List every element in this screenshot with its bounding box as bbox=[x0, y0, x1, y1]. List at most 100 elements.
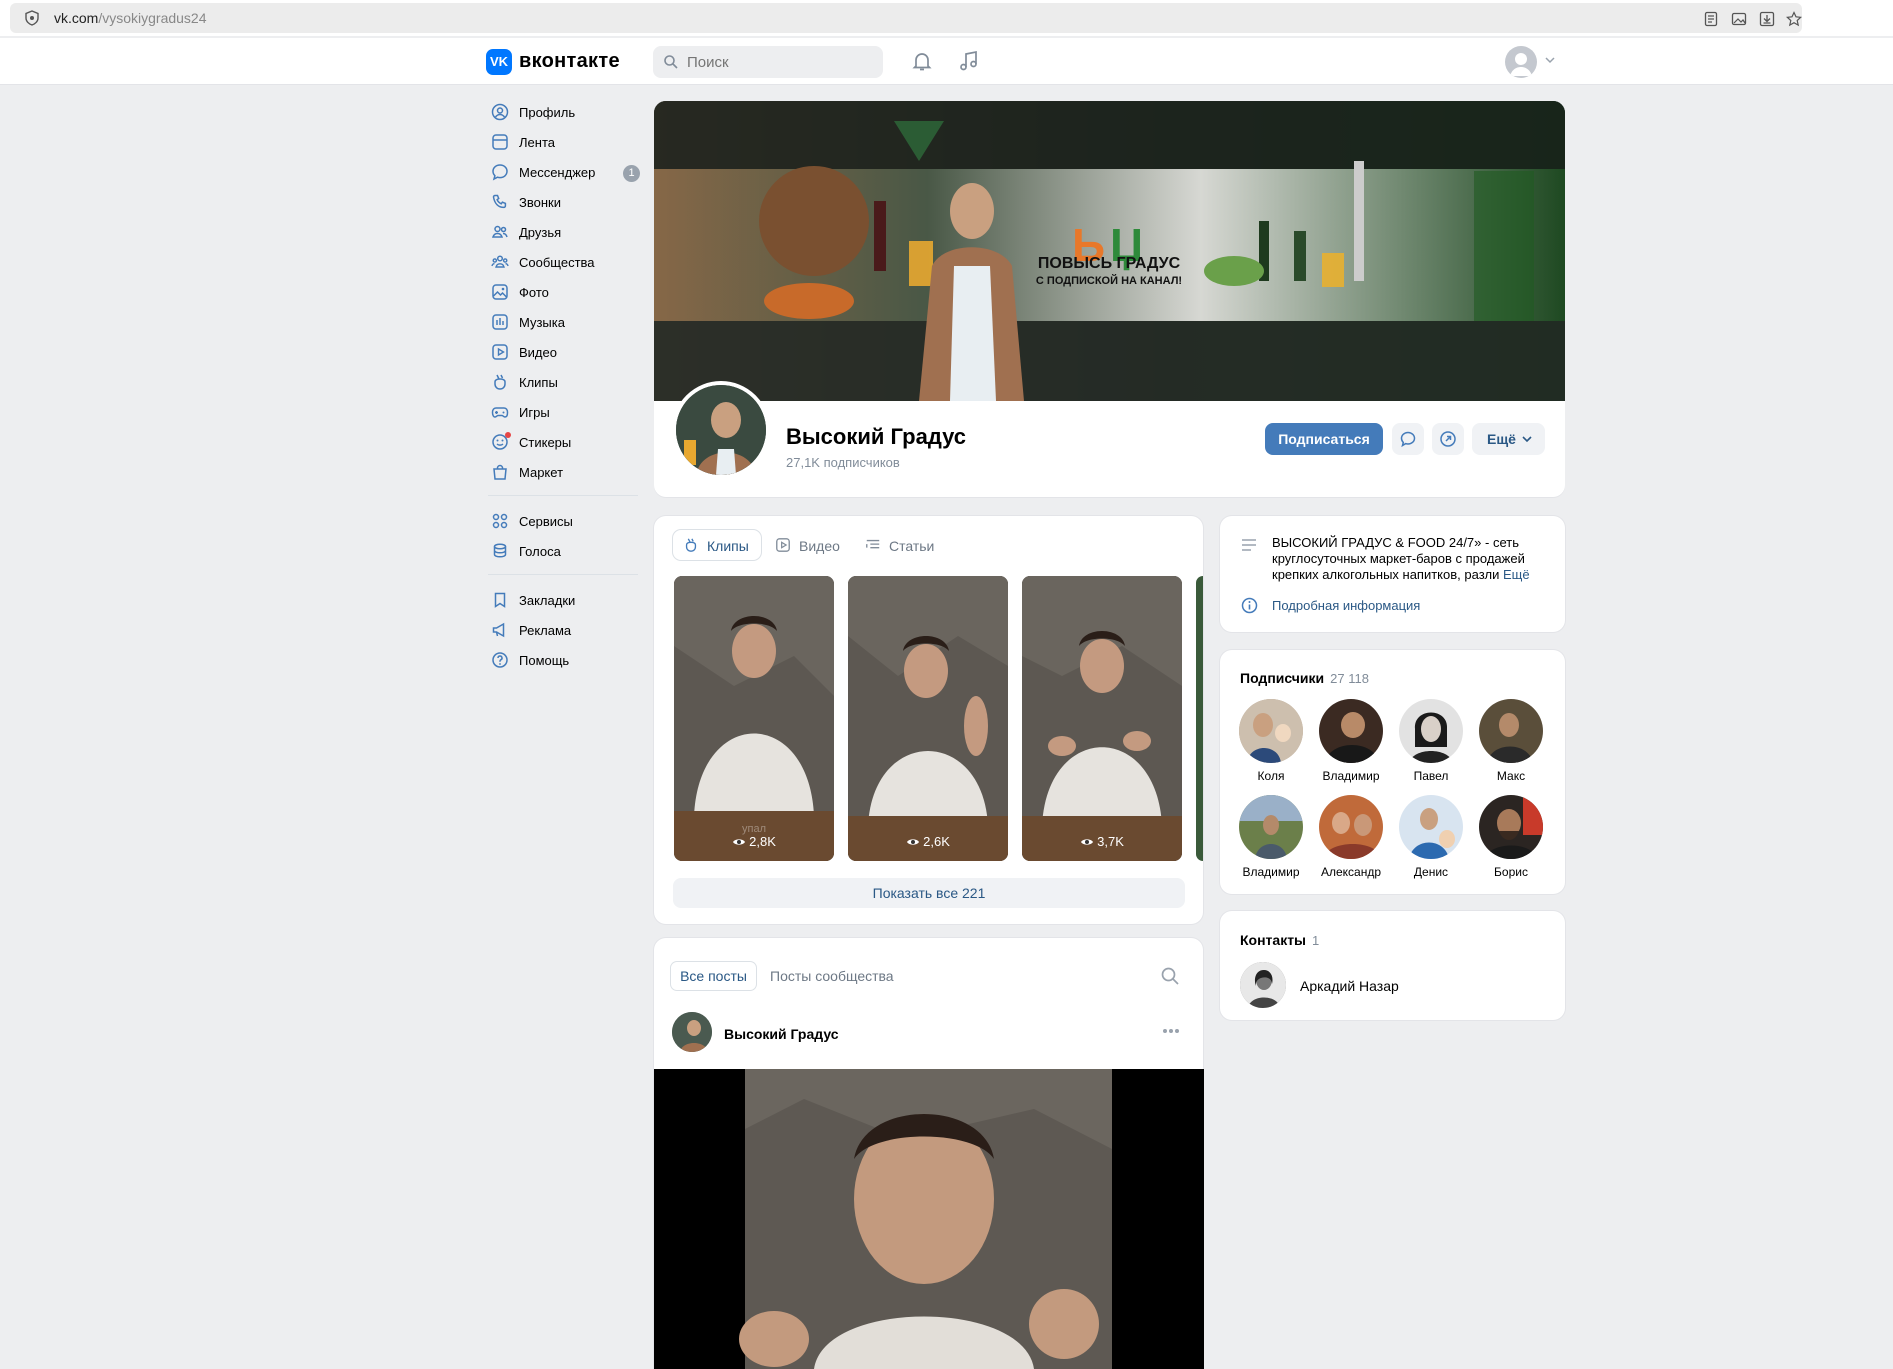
subscribe-button[interactable]: Подписаться bbox=[1265, 423, 1383, 455]
sidebar-item-ads[interactable]: Реклама bbox=[488, 615, 640, 645]
shield-icon[interactable] bbox=[24, 10, 40, 26]
sidebar-item-stickers[interactable]: Стикеры bbox=[488, 427, 640, 457]
sidebar-item-feed[interactable]: Лента bbox=[488, 127, 640, 157]
post-video-frame bbox=[654, 1069, 1204, 1369]
clips-icon bbox=[494, 374, 506, 390]
clip-thumbnail[interactable]: упал 2,8K bbox=[674, 576, 834, 861]
sidebar-item-help[interactable]: Помощь bbox=[488, 645, 640, 675]
message-button[interactable] bbox=[1392, 423, 1424, 455]
subscriber-count[interactable]: 27,1K подписчиков bbox=[786, 455, 900, 470]
music-icon[interactable] bbox=[957, 49, 981, 73]
tab-clips[interactable]: Клипы bbox=[673, 530, 761, 560]
tab-articles[interactable]: Статьи bbox=[855, 530, 955, 560]
sidebar-item-calls[interactable]: Звонки bbox=[488, 187, 640, 217]
share-button[interactable] bbox=[1432, 423, 1464, 455]
message-icon bbox=[1400, 431, 1416, 448]
sidebar-divider bbox=[488, 495, 638, 496]
clip-views: 2,8K bbox=[674, 834, 834, 849]
bookmark-icon bbox=[494, 592, 506, 608]
description-more-link[interactable]: Ещё bbox=[1503, 567, 1530, 582]
address-bar[interactable]: vk.com/vysokiygradus24 bbox=[10, 3, 1802, 33]
user-avatar[interactable] bbox=[1505, 46, 1537, 78]
sidebar-item-bookmarks[interactable]: Закладки bbox=[488, 585, 640, 615]
clip-image bbox=[848, 576, 1008, 861]
votes-icon bbox=[493, 543, 507, 558]
follower-avatar bbox=[1399, 699, 1463, 763]
clips-icon bbox=[685, 538, 697, 552]
detailed-info-link[interactable]: Подробная информация bbox=[1272, 598, 1420, 613]
eye-icon bbox=[1081, 839, 1094, 845]
unread-badge: 1 bbox=[623, 165, 640, 182]
image-icon[interactable] bbox=[1731, 11, 1747, 27]
follower-avatar bbox=[1479, 699, 1543, 763]
follower-item[interactable]: Павел bbox=[1391, 699, 1471, 783]
communities-icon bbox=[491, 255, 509, 268]
sidebar-item-video[interactable]: Видео bbox=[488, 337, 640, 367]
sidebar-item-music[interactable]: Музыка bbox=[488, 307, 640, 337]
sidebar-item-messenger[interactable]: Мессенджер 1 bbox=[488, 157, 640, 187]
post-author-avatar[interactable] bbox=[672, 1012, 712, 1052]
follower-avatar bbox=[1319, 795, 1383, 859]
tab-all-posts[interactable]: Все посты bbox=[671, 962, 756, 990]
follower-item[interactable]: Макс bbox=[1471, 699, 1551, 783]
bell-icon[interactable] bbox=[910, 49, 934, 73]
follower-item[interactable]: Владимир bbox=[1311, 699, 1391, 783]
post-video[interactable] bbox=[654, 1069, 1204, 1369]
more-button[interactable]: Ещё bbox=[1472, 423, 1545, 455]
chevron-down-icon[interactable] bbox=[1545, 56, 1555, 64]
contacts-title[interactable]: Контакты 1 bbox=[1240, 932, 1319, 948]
search-icon[interactable] bbox=[1160, 966, 1180, 986]
eye-icon bbox=[733, 839, 746, 845]
help-icon bbox=[492, 652, 508, 668]
show-all-clips-button[interactable]: Показать все 221 bbox=[673, 878, 1185, 908]
description-icon bbox=[1242, 539, 1256, 551]
follower-avatar bbox=[1239, 795, 1303, 859]
music-icon bbox=[492, 314, 508, 330]
sidebar-item-communities[interactable]: Сообщества bbox=[488, 247, 640, 277]
tab-video[interactable]: Видео bbox=[765, 530, 855, 560]
sidebar-item-clips[interactable]: Клипы bbox=[488, 367, 640, 397]
post-author-avatar-image bbox=[672, 1012, 712, 1052]
follower-avatar bbox=[1319, 699, 1383, 763]
sidebar-item-games[interactable]: Игры bbox=[488, 397, 640, 427]
clip-thumbnail[interactable]: 3,7K bbox=[1022, 576, 1182, 861]
vk-logo-text[interactable]: вконтакте bbox=[519, 50, 620, 73]
sidebar-item-votes[interactable]: Голоса bbox=[488, 536, 640, 566]
video-icon bbox=[492, 344, 508, 360]
follower-item[interactable]: Денис bbox=[1391, 795, 1471, 879]
sidebar-item-friends[interactable]: Друзья bbox=[488, 217, 640, 247]
followers-count: 27 118 bbox=[1330, 671, 1369, 686]
url-text[interactable]: vk.com/vysokiygradus24 bbox=[54, 10, 207, 26]
ads-icon bbox=[492, 622, 505, 638]
video-icon bbox=[776, 538, 790, 552]
sidebar-item-photo[interactable]: Фото bbox=[488, 277, 640, 307]
tab-community-posts[interactable]: Посты сообщества bbox=[770, 968, 894, 984]
phone-icon bbox=[492, 194, 507, 209]
download-icon[interactable] bbox=[1759, 11, 1775, 27]
followers-title[interactable]: Подписчики 27 118 bbox=[1240, 670, 1369, 686]
contact-avatar[interactable] bbox=[1240, 962, 1286, 1008]
post-author-name[interactable]: Высокий Градус bbox=[724, 1026, 839, 1042]
sidebar-item-services[interactable]: Сервисы bbox=[488, 506, 640, 536]
profile-icon bbox=[491, 103, 509, 121]
clip-thumbnail-partial[interactable] bbox=[1196, 576, 1203, 861]
cover-banner-line2: С ПОДПИСКОЙ НА КАНАЛ! bbox=[1036, 274, 1182, 287]
more-dots-icon[interactable] bbox=[1162, 1028, 1180, 1034]
sidebar-item-market[interactable]: Маркет bbox=[488, 457, 640, 487]
community-avatar[interactable] bbox=[672, 381, 770, 479]
contact-name[interactable]: Аркадий Назар bbox=[1300, 978, 1399, 994]
follower-item[interactable]: Владимир bbox=[1231, 795, 1311, 879]
reader-icon[interactable] bbox=[1703, 11, 1719, 27]
search-input[interactable] bbox=[687, 46, 877, 78]
clip-image bbox=[1022, 576, 1182, 861]
clip-image bbox=[674, 576, 834, 861]
eye-icon bbox=[907, 839, 920, 845]
follower-item[interactable]: Коля bbox=[1231, 699, 1311, 783]
clip-thumbnail[interactable]: 2,6K bbox=[848, 576, 1008, 861]
sidebar-item-profile[interactable]: Профиль bbox=[488, 97, 640, 127]
search-box[interactable] bbox=[653, 46, 883, 78]
star-icon[interactable] bbox=[1786, 11, 1802, 27]
follower-item[interactable]: Борис bbox=[1471, 795, 1551, 879]
follower-item[interactable]: Александр bbox=[1311, 795, 1391, 879]
vk-logo-icon[interactable]: VK bbox=[486, 49, 512, 75]
